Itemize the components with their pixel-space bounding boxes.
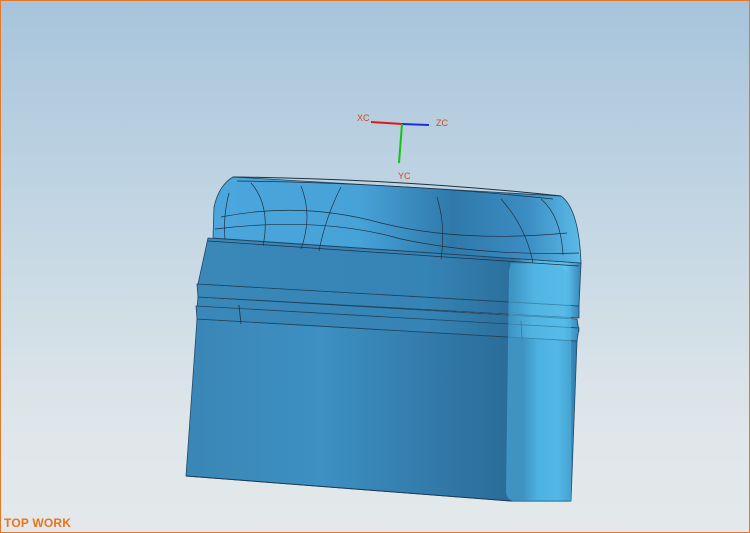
y-axis-label: YC [398, 171, 411, 181]
view-name-label: TOP WORK [4, 516, 72, 530]
y-axis-line [398, 123, 403, 164]
wcs-triad[interactable]: XC ZC YC [357, 113, 448, 181]
model-scene[interactable]: XC ZC YC [1, 1, 750, 533]
x-axis-line [370, 121, 403, 125]
graphics-viewport[interactable]: XC ZC YC TOP WORK [0, 0, 750, 533]
z-axis-label: ZC [436, 118, 448, 128]
z-axis-line [401, 123, 430, 126]
cap-side-highlight [506, 263, 571, 501]
x-axis-label: XC [357, 113, 370, 123]
